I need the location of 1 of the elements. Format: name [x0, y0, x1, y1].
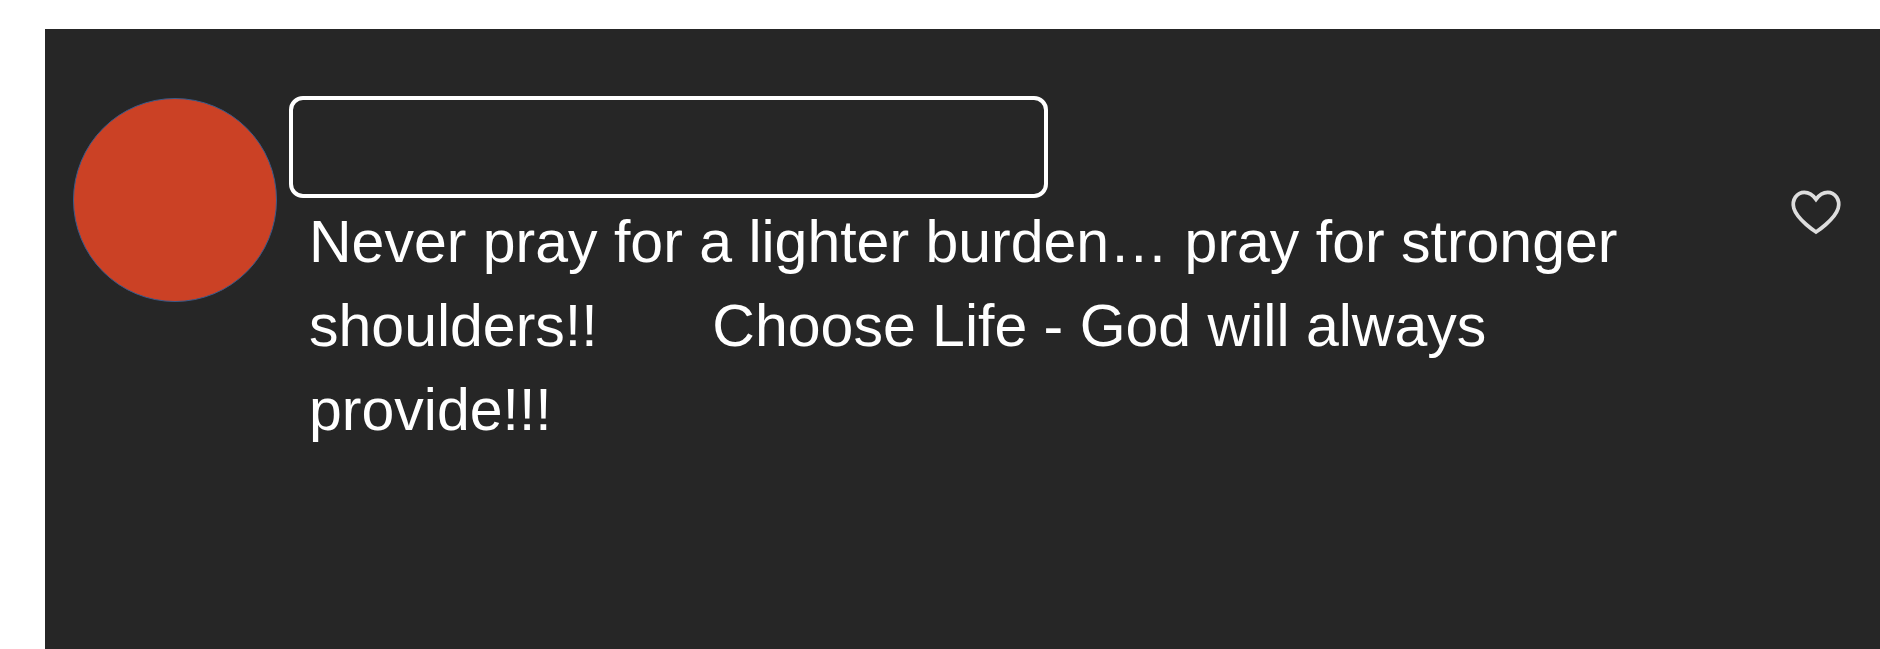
comment-text: Never pray for a lighter burden… pray for stronger shoulders!! Choose Life - God will always provide!!! [309, 208, 1619, 445]
